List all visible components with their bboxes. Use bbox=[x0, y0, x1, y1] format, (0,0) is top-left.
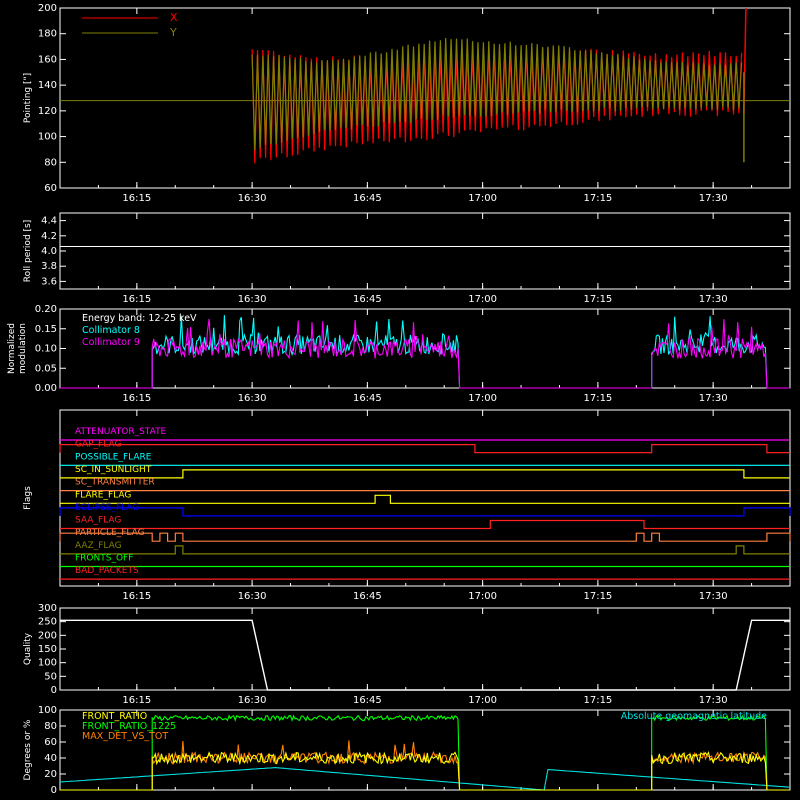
y-tick-label: 200 bbox=[38, 3, 57, 14]
legend-label-x: X bbox=[170, 11, 178, 24]
y-tick-label: 140 bbox=[38, 80, 57, 91]
y-tick-label: 120 bbox=[38, 106, 57, 117]
y-axis-label: Pointing ["] bbox=[23, 73, 33, 123]
x-tick-label: 16:30 bbox=[238, 193, 267, 204]
x-tick-label: 16:30 bbox=[238, 393, 267, 404]
x-tick-label: 17:30 bbox=[699, 193, 728, 204]
y-tick-label: 300 bbox=[38, 603, 57, 614]
x-tick-label: 17:00 bbox=[468, 294, 497, 305]
legend-label-geomagnetic-latitude: Absolute geomagnetic latitude bbox=[621, 711, 767, 722]
x-tick-label: 16:15 bbox=[122, 393, 151, 404]
y-tick-label: 4.2 bbox=[41, 231, 57, 242]
flag-label: FLARE_FLAG bbox=[75, 490, 131, 500]
x-tick-label: 17:15 bbox=[583, 294, 612, 305]
y-tick-label: 100 bbox=[38, 705, 57, 716]
x-tick-label: 17:00 bbox=[468, 193, 497, 204]
x-tick-label: 16:30 bbox=[238, 695, 267, 706]
y-tick-label: 0 bbox=[51, 785, 57, 796]
flag-label: BAD_PACKETS bbox=[75, 566, 139, 576]
y-tick-label: 0.05 bbox=[35, 363, 57, 374]
y-tick-label: 3.6 bbox=[41, 276, 57, 287]
x-tick-label: 16:45 bbox=[353, 695, 382, 706]
x-tick-label: 16:30 bbox=[238, 294, 267, 305]
y-tick-label: 0 bbox=[51, 685, 57, 696]
y-axis-label: Roll period [s] bbox=[23, 220, 33, 282]
y-tick-label: 180 bbox=[38, 29, 57, 40]
y-axis-label: Degrees or % bbox=[23, 719, 33, 780]
y-tick-label: 40 bbox=[44, 753, 57, 764]
x-tick-label: 16:15 bbox=[122, 193, 151, 204]
y-tick-label: 200 bbox=[38, 630, 57, 641]
flag-label: ATTENUATOR_STATE bbox=[75, 427, 167, 437]
y-tick-label: 100 bbox=[38, 132, 57, 143]
y-tick-label: 4.0 bbox=[41, 246, 57, 257]
legend-label-y: Y bbox=[169, 26, 177, 39]
x-tick-label: 17:15 bbox=[583, 393, 612, 404]
legend-label-collimator-9: Collimator 9 bbox=[82, 337, 140, 348]
flag-label: SC_IN_SUNLIGHT bbox=[75, 465, 152, 475]
flag-label: POSSIBLE_FLARE bbox=[75, 452, 152, 462]
legend-title: Energy band: 12-25 keV bbox=[82, 313, 197, 324]
y-tick-label: 150 bbox=[38, 644, 57, 655]
x-tick-label: 16:45 bbox=[353, 591, 382, 602]
y-tick-label: 4.4 bbox=[41, 216, 57, 227]
y-tick-label: 100 bbox=[38, 658, 57, 669]
x-tick-label: 16:30 bbox=[238, 591, 267, 602]
y-tick-label: 80 bbox=[44, 157, 57, 168]
y-axis-label: Flags bbox=[23, 486, 33, 510]
y-tick-label: 3.8 bbox=[41, 261, 57, 272]
y-tick-label: 0.15 bbox=[35, 324, 57, 335]
y-tick-label: 160 bbox=[38, 54, 57, 65]
x-tick-label: 17:30 bbox=[699, 591, 728, 602]
x-tick-label: 16:15 bbox=[122, 591, 151, 602]
x-tick-label: 17:30 bbox=[699, 393, 728, 404]
x-tick-label: 17:00 bbox=[468, 695, 497, 706]
x-tick-label: 16:15 bbox=[122, 695, 151, 706]
x-tick-label: 17:15 bbox=[583, 695, 612, 706]
y-axis-label: Quality bbox=[23, 632, 33, 665]
x-tick-label: 17:30 bbox=[699, 294, 728, 305]
y-tick-label: 250 bbox=[38, 617, 57, 628]
flag-label: AAZ_FLAG bbox=[75, 541, 122, 551]
x-tick-label: 16:15 bbox=[122, 294, 151, 305]
y-tick-label: 60 bbox=[44, 183, 57, 194]
x-tick-label: 16:45 bbox=[353, 393, 382, 404]
x-tick-label: 17:30 bbox=[699, 695, 728, 706]
y-tick-label: 20 bbox=[44, 769, 57, 780]
x-tick-label: 16:45 bbox=[353, 193, 382, 204]
y-axis-label-line2: modulation bbox=[18, 323, 28, 374]
flag-label: FRONTS_OFF bbox=[75, 554, 133, 564]
y-tick-label: 50 bbox=[44, 671, 57, 682]
y-tick-label: 0.10 bbox=[35, 344, 57, 355]
y-tick-label: 0.20 bbox=[35, 304, 57, 315]
y-axis-label-line1: Normalized bbox=[7, 323, 17, 374]
flag-label: SC_TRANSMITTER bbox=[75, 478, 155, 488]
x-tick-label: 17:15 bbox=[583, 193, 612, 204]
x-tick-label: 16:45 bbox=[353, 294, 382, 305]
y-tick-label: 80 bbox=[44, 721, 57, 732]
y-tick-label: 60 bbox=[44, 737, 57, 748]
x-tick-label: 17:00 bbox=[468, 591, 497, 602]
legend-label-max-det-vs-tot: MAX_DET_VS_TOT bbox=[82, 731, 168, 742]
rhessi-summary-figure: 16:15 16:30 16:45 17:00 17:15 17:30 Pointing [… bbox=[0, 0, 800, 800]
x-tick-label: 17:15 bbox=[583, 591, 612, 602]
x-tick-label: 17:00 bbox=[468, 393, 497, 404]
y-tick-label: 0.00 bbox=[35, 383, 57, 394]
legend-label-collimator-8: Collimator 8 bbox=[82, 325, 140, 336]
flag-label: SAA_FLAG bbox=[75, 516, 121, 526]
